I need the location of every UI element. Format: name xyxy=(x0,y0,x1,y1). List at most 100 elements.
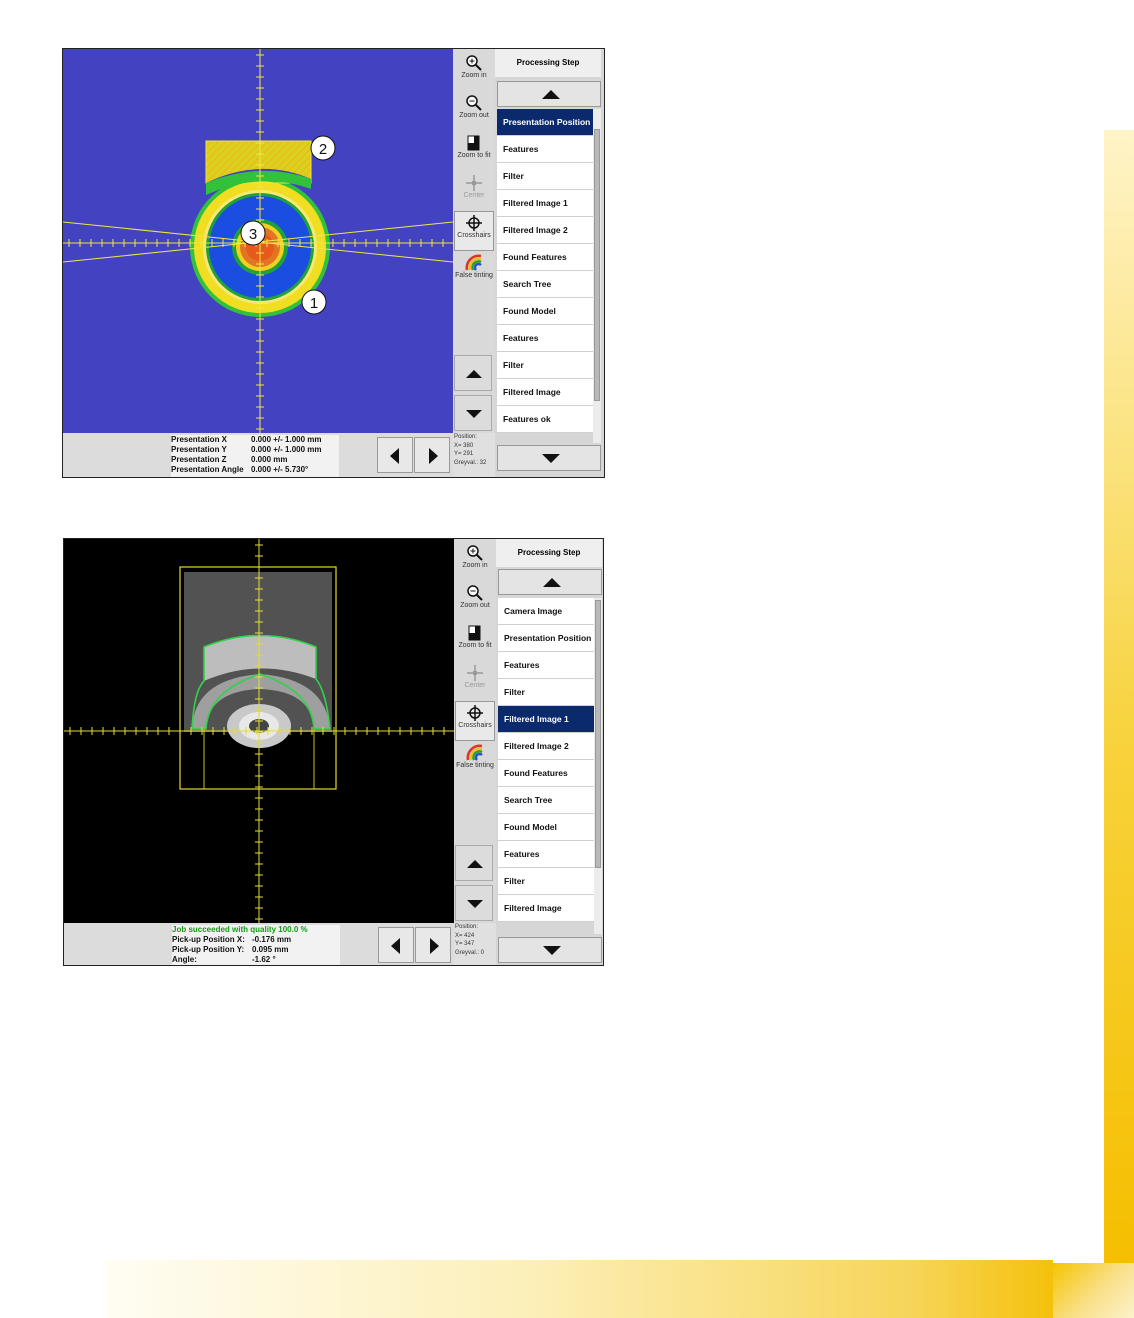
processing-step-list: Camera Image Presentation Position Feature… xyxy=(498,598,594,922)
crosshairs-button[interactable]: Crosshairs xyxy=(455,701,495,741)
processing-step-item[interactable]: Features ok xyxy=(497,406,593,433)
tool-bar: Zoom in Zoom out Zoom to fit Center Cros… xyxy=(453,49,495,433)
result-row: Angle: -1.62 ° xyxy=(172,955,340,965)
processing-step-item[interactable]: Features xyxy=(498,841,594,868)
list-scroll-down-button[interactable] xyxy=(497,445,601,471)
center-label: Center xyxy=(464,682,486,689)
result-value: -1.62 ° xyxy=(252,955,276,964)
image-viewer[interactable]: 2 3 1 xyxy=(63,49,453,433)
zoom-to-fit-button[interactable]: Zoom to fit xyxy=(455,621,495,661)
cursor-position-readout: Position: X= 424 Y= 347 Greyval.: 0 xyxy=(454,923,496,965)
zoom-in-label: Zoom in xyxy=(461,72,487,79)
processing-step-item[interactable]: Filter xyxy=(497,352,593,379)
processing-step-item[interactable]: Found Features xyxy=(497,244,593,271)
false-tinting-label: False tinting xyxy=(456,762,494,769)
processing-step-item[interactable]: Filtered Image 1 xyxy=(497,190,593,217)
zoom-out-icon xyxy=(467,585,483,601)
position-x: X= 380 xyxy=(454,442,474,449)
processing-step-item[interactable]: Search Tree xyxy=(498,787,594,814)
image-scroll-down-button[interactable] xyxy=(454,395,492,431)
zoom-in-label: Zoom in xyxy=(462,562,488,569)
processing-step-item[interactable]: Filtered Image xyxy=(497,379,593,406)
processing-step-item[interactable]: Filter xyxy=(498,868,594,895)
position-label: Position: xyxy=(455,924,479,930)
zoom-out-button[interactable]: Zoom out xyxy=(455,581,495,621)
list-scrollbar[interactable] xyxy=(593,109,601,443)
processing-step-item[interactable]: Presentation Position xyxy=(498,625,594,652)
processing-step-item[interactable]: Found Features xyxy=(498,760,594,787)
zoom-in-button[interactable]: Zoom in xyxy=(455,541,495,581)
rainbow-icon xyxy=(465,254,482,271)
image-scroll-down-button[interactable] xyxy=(455,885,493,921)
image-scroll-up-button[interactable] xyxy=(454,355,492,391)
processing-step-item[interactable]: Found Model xyxy=(497,298,593,325)
crosshairs-label: Crosshairs xyxy=(458,722,492,729)
vision-screen-false-tint: 2 3 1 Zoom in Zoom out Zoom to fit Cente… xyxy=(62,48,605,478)
processing-step-item[interactable]: Found Model xyxy=(498,814,594,841)
processing-step-item[interactable]: Filter xyxy=(497,163,593,190)
callout-1: 1 xyxy=(301,289,327,315)
processing-step-item[interactable]: Search Tree xyxy=(497,271,593,298)
result-label: Pick-up Position Y: xyxy=(172,945,245,954)
center-button[interactable]: Center xyxy=(455,661,495,701)
list-scrollbar-thumb[interactable] xyxy=(595,600,601,868)
zoom-out-button[interactable]: Zoom out xyxy=(454,91,494,131)
center-label: Center xyxy=(463,192,485,199)
processing-step-panel: Processing Step Presentation Position Fea… xyxy=(495,49,604,477)
arrow-up-icon xyxy=(467,860,483,868)
position-label: Position: xyxy=(454,434,478,440)
result-row: Presentation Y 0.000 +/- 1.000 mm xyxy=(171,445,339,455)
result-label: Angle: xyxy=(172,955,197,964)
arrow-up-icon xyxy=(542,90,560,99)
image-scroll-up-button[interactable] xyxy=(455,845,493,881)
list-scroll-up-button[interactable] xyxy=(497,81,601,107)
svg-text:1: 1 xyxy=(310,295,318,312)
processing-step-item[interactable]: Filtered Image xyxy=(498,895,594,922)
previous-button[interactable] xyxy=(377,437,413,473)
zoom-to-fit-button[interactable]: Zoom to fit xyxy=(454,131,494,171)
list-scrollbar[interactable] xyxy=(594,598,602,934)
result-value: 0.000 +/- 1.000 mm xyxy=(251,445,322,454)
arrow-down-icon xyxy=(542,454,560,463)
result-value: 0.000 +/- 1.000 mm xyxy=(251,435,322,444)
arrow-right-icon xyxy=(429,448,438,464)
processing-step-item[interactable]: Filtered Image 1 xyxy=(498,706,594,733)
false-tinting-label: False tinting xyxy=(455,272,493,279)
previous-button[interactable] xyxy=(378,927,414,963)
center-icon xyxy=(466,175,482,191)
decorative-corner xyxy=(1053,1263,1134,1318)
center-button[interactable]: Center xyxy=(454,171,494,211)
false-tinting-button[interactable]: False tinting xyxy=(455,741,495,781)
zoom-fit-label: Zoom to fit xyxy=(458,642,492,649)
processing-step-item[interactable]: Filtered Image 2 xyxy=(498,733,594,760)
processing-step-item[interactable]: Features xyxy=(497,136,593,163)
result-label: Pick-up Position X: xyxy=(172,935,245,944)
center-icon xyxy=(467,665,483,681)
result-value: 0.095 mm xyxy=(252,945,289,954)
image-viewer[interactable] xyxy=(64,539,454,923)
list-scroll-down-button[interactable] xyxy=(498,937,602,963)
result-label: Presentation Z xyxy=(171,455,227,464)
svg-text:2: 2 xyxy=(319,141,327,158)
zoom-fit-label: Zoom to fit xyxy=(457,152,491,159)
zoom-fit-icon xyxy=(468,625,481,641)
next-button[interactable] xyxy=(414,437,450,473)
arrow-up-icon xyxy=(543,578,561,587)
processing-step-item[interactable]: Filtered Image 2 xyxy=(497,217,593,244)
zoom-in-icon xyxy=(467,545,483,561)
processing-step-item[interactable]: Features xyxy=(497,325,593,352)
zoom-in-button[interactable]: Zoom in xyxy=(454,51,494,91)
processing-step-item[interactable]: Features xyxy=(498,652,594,679)
processing-step-item[interactable]: Presentation Position xyxy=(497,109,593,136)
processing-step-item[interactable]: Camera Image xyxy=(498,598,594,625)
arrow-down-icon xyxy=(543,946,561,955)
result-label: Presentation Angle xyxy=(171,465,244,474)
callout-2: 2 xyxy=(310,135,336,161)
list-scrollbar-thumb[interactable] xyxy=(594,129,600,401)
processing-step-item[interactable]: Filter xyxy=(498,679,594,706)
crosshairs-button[interactable]: Crosshairs xyxy=(454,211,494,251)
next-button[interactable] xyxy=(415,927,451,963)
arrow-left-icon xyxy=(390,448,399,464)
false-tinting-button[interactable]: False tinting xyxy=(454,251,494,291)
list-scroll-up-button[interactable] xyxy=(498,569,602,595)
